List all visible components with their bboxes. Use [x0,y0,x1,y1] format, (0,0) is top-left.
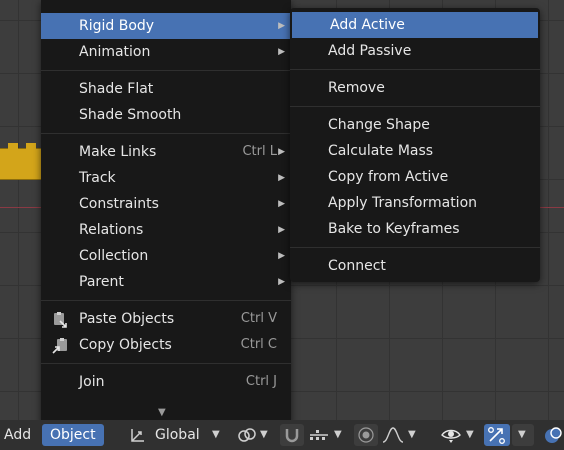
menu-item-shade-flat[interactable]: Shade Flat [41,76,291,102]
menu-item-shade-smooth[interactable]: Shade Smooth [41,102,291,128]
menu-item-remove[interactable]: Remove [290,75,540,101]
menu-separator [41,133,291,134]
orientation-icon [128,426,148,444]
chevron-down-icon: ▼ [466,429,474,440]
chevron-down-icon: ▼ [334,429,342,440]
menu-item-label: Shade Flat [79,81,154,97]
menu-item-track[interactable]: Track ▶ [41,165,291,191]
menu-item-make-links[interactable]: Make Links Ctrl L ▶ [41,139,291,165]
menu-item-apply-transformation[interactable]: Apply Transformation [290,190,540,216]
chevron-down-icon: ▼ [518,429,526,440]
scroll-down-icon[interactable]: ▼ [158,407,166,418]
orientation-label: Global [155,427,200,443]
chevron-down-icon: ▼ [212,429,220,440]
shortcut-label: Ctrl J [245,374,277,389]
chevron-down-icon: ▼ [260,429,268,440]
menu-separator [41,300,291,301]
menu-item-label: Parent [79,274,124,290]
menu-item-label: Relations [79,222,144,238]
pivot-icon [236,426,258,444]
menu-item-collection[interactable]: Collection ▶ [41,243,291,269]
overlays-toggle[interactable] [540,424,564,446]
pivot-point-dropdown[interactable]: ▼ [234,424,272,446]
submenu-arrow-icon: ▶ [278,21,285,31]
menu-item-label: Calculate Mass [328,143,434,159]
object-menu: Rigid Body ▶ Animation ▶ Shade Flat Shad… [41,0,291,425]
menu-item-add-passive[interactable]: Add Passive [290,38,540,64]
menu-item-bake-to-keyframes[interactable]: Bake to Keyframes [290,216,540,242]
menu-item-animation[interactable]: Animation ▶ [41,39,291,65]
copy-icon [51,337,67,354]
menu-item-label: Bake to Keyframes [328,221,460,237]
shortcut-label: Ctrl L [242,144,277,159]
eye-icon [440,426,462,444]
menu-separator [290,106,540,107]
submenu-arrow-icon: ▶ [278,199,285,209]
menu-item-label: Add Active [330,17,405,33]
falloff-curve-icon [382,426,404,444]
gizmo-toggle[interactable] [484,424,510,446]
submenu-arrow-icon: ▶ [278,47,285,57]
proportional-editing-toggle[interactable] [354,424,378,446]
menu-item-constraints[interactable]: Constraints ▶ [41,191,291,217]
menu-item-connect[interactable]: Connect [290,253,540,279]
submenu-arrow-icon: ▶ [278,251,285,261]
menu-item-label: Copy from Active [328,169,449,185]
menu-item-label: Apply Transformation [328,195,478,211]
menu-item-rigid-body[interactable]: Rigid Body ▶ [41,13,291,39]
menu-item-label: Copy Objects [79,337,172,353]
menu-item-change-shape[interactable]: Change Shape [290,112,540,138]
snap-increment-icon [308,427,330,443]
proportional-editing-icon [357,426,375,444]
menu-item-label: Make Links [79,144,157,160]
menu-item-label: Join [79,374,105,390]
menu-item-calculate-mass[interactable]: Calculate Mass [290,138,540,164]
menu-item-label: Change Shape [328,117,430,133]
magnet-icon [283,426,301,444]
viewport-header: Add Object Global ▼ ▼ ▼ ▼ ▼ ▼ [0,420,564,450]
submenu-arrow-icon: ▶ [278,277,285,287]
menu-item-parent[interactable]: Parent ▶ [41,269,291,295]
selected-object[interactable] [0,143,43,180]
chevron-down-icon: ▼ [408,429,416,440]
menu-item-label: Connect [328,258,386,274]
rigid-body-submenu: Add Active Add Passive Remove Change Sha… [290,8,540,282]
visibility-dropdown[interactable]: ▼ [438,424,480,446]
menu-item-label: Constraints [79,196,159,212]
menu-separator [41,363,291,364]
menu-separator [41,70,291,71]
menu-item-label: Remove [328,80,385,96]
menu-item-label: Shade Smooth [79,107,182,123]
menu-item-add-active[interactable]: Add Active [292,12,538,38]
menu-item-label: Add Passive [328,43,412,59]
menu-item-label: Paste Objects [79,311,175,327]
menu-item-label: Collection [79,248,149,264]
falloff-dropdown[interactable]: ▼ [380,424,424,446]
menu-item-copy-from-active[interactable]: Copy from Active [290,164,540,190]
gizmo-icon [487,426,507,444]
menu-item-relations[interactable]: Relations ▶ [41,217,291,243]
object-menu-button[interactable]: Object [42,424,104,446]
menu-item-copy-objects[interactable]: Copy Objects Ctrl C [41,332,291,358]
shortcut-label: Ctrl C [240,337,277,352]
add-menu-button[interactable]: Add [4,424,31,446]
snap-target-dropdown[interactable]: ▼ [306,424,346,446]
menu-item-paste-objects[interactable]: Paste Objects Ctrl V [41,306,291,332]
menu-separator [290,247,540,248]
menu-item-label: Track [79,170,116,186]
submenu-arrow-icon: ▶ [278,173,285,183]
paste-icon [51,311,67,328]
menu-item-join[interactable]: Join Ctrl J [41,369,291,395]
gizmo-dropdown[interactable]: ▼ [512,424,534,446]
shortcut-label: Ctrl V [240,311,277,326]
menu-item-label: Rigid Body [79,18,155,34]
menu-separator [290,69,540,70]
overlays-icon [542,426,564,444]
menu-item-label: Animation [79,44,151,60]
submenu-arrow-icon: ▶ [278,147,285,157]
orientation-dropdown[interactable]: Global ▼ [124,424,226,446]
snap-toggle[interactable] [280,424,304,446]
submenu-arrow-icon: ▶ [278,225,285,235]
